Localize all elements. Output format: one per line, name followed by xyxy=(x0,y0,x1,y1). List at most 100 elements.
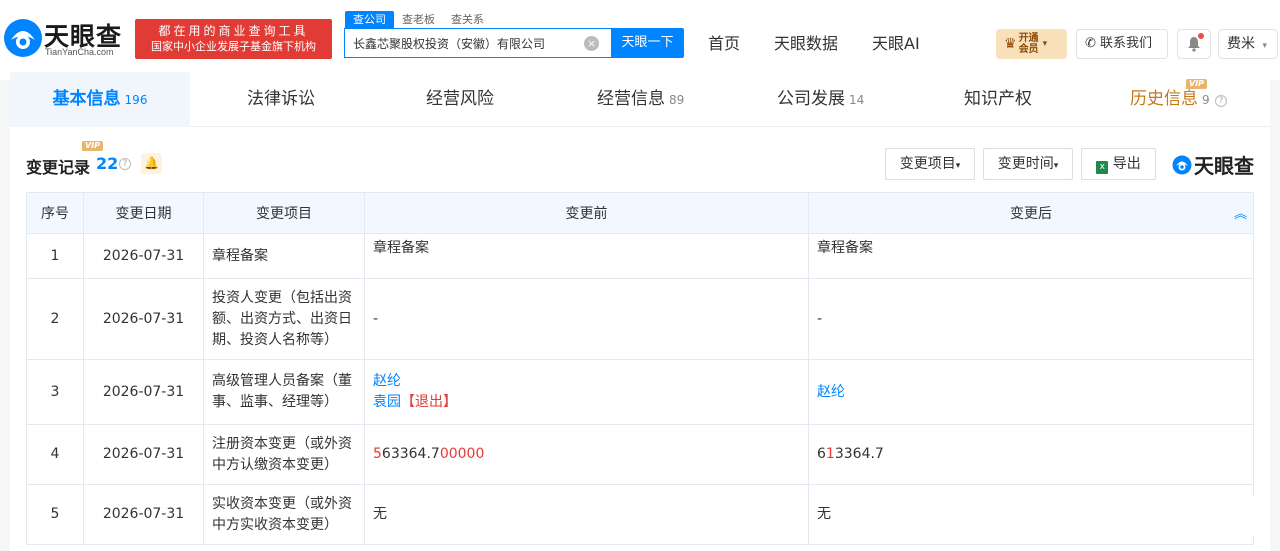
filter-item-dropdown[interactable]: 变更项目▾ xyxy=(885,148,975,180)
brand-label: 天眼查 xyxy=(1194,154,1254,178)
logo[interactable]: 天眼查 TianYanCha.com xyxy=(3,14,128,64)
row-date: 2026-07-31 xyxy=(83,359,204,425)
change-record-panel: 变更记录 VIP 22 ? 🔔 变更项目▾ 变更时间▾ x 导出 天眼查 序号 … xyxy=(10,127,1270,551)
nav-data[interactable]: 天眼数据 xyxy=(774,30,838,58)
tab-ip[interactable]: 知识产权 xyxy=(964,72,1032,127)
contact-button[interactable]: ✆ 联系我们 xyxy=(1076,29,1168,59)
search-tab-boss[interactable]: 查老板 xyxy=(394,11,443,29)
tab-label: 经营风险 xyxy=(426,89,494,109)
row-item: 投资人变更（包括出资额、出资方式、出资日期、投资人名称等） xyxy=(203,278,365,360)
search-button[interactable]: 天眼一下 xyxy=(611,28,684,58)
tab-risk[interactable]: 经营风险 xyxy=(426,72,494,127)
diff-highlight: 1 xyxy=(825,446,835,462)
tab-count: 89 xyxy=(669,93,685,107)
tab-count: 196 xyxy=(124,93,148,107)
slogan-line-2: 国家中小企业发展子基金旗下机构 xyxy=(151,40,316,53)
table-header-row: 序号 变更日期 变更项目 变更前 变更后 ︽ xyxy=(26,192,1254,234)
tab-development[interactable]: 公司发展 14 xyxy=(777,72,864,127)
table-row: 1 2026-07-31 章程备案 章程备案 章程备案 xyxy=(26,233,1254,279)
header-item: 变更项目 xyxy=(203,192,365,234)
row-num: 1 xyxy=(26,233,84,279)
row-before: 563364.700000 xyxy=(364,424,809,485)
nav-ai[interactable]: 天眼AI xyxy=(872,30,920,58)
tab-label: 法律诉讼 xyxy=(247,89,315,109)
vip-label: 开通 会员 xyxy=(1019,33,1039,55)
vip-membership-button[interactable]: ♛ 开通 会员 ▾ xyxy=(996,29,1067,59)
person-link[interactable]: 赵纶 xyxy=(373,373,401,389)
logo-subtext: TianYanCha.com xyxy=(45,47,114,57)
contact-label: 联系我们 xyxy=(1100,36,1153,51)
table-row: 2 2026-07-31 投资人变更（包括出资额、出资方式、出资日期、投资人名称… xyxy=(26,278,1254,360)
table-row: 3 2026-07-31 高级管理人员备案（董事、监事、经理等） 赵纶 袁园【退… xyxy=(26,359,1254,425)
row-after: - xyxy=(808,278,1254,360)
header-num: 序号 xyxy=(26,192,84,234)
change-record-table: 序号 变更日期 变更项目 变更前 变更后 ︽ 1 2026-07-31 章程备案… xyxy=(26,192,1254,545)
search-input[interactable] xyxy=(345,29,581,57)
tab-operation[interactable]: 经营信息 89 xyxy=(597,72,684,127)
row-num: 5 xyxy=(26,484,84,545)
company-tabs: 基本信息 196 法律诉讼 经营风险 经营信息 89 公司发展 14 知识产权 历史信… xyxy=(10,72,1270,127)
clear-icon[interactable]: × xyxy=(584,36,599,51)
help-icon[interactable]: ? xyxy=(119,158,131,170)
row-before: - xyxy=(364,278,809,360)
header-after-label: 变更后 xyxy=(1010,206,1052,222)
tab-label: 历史信息 xyxy=(1130,89,1198,109)
export-button[interactable]: x 导出 xyxy=(1081,148,1156,180)
row-item: 高级管理人员备案（董事、监事、经理等） xyxy=(203,359,365,425)
row-date: 2026-07-31 xyxy=(83,424,204,485)
person-link[interactable]: 赵纶 xyxy=(817,384,845,400)
crown-icon: ♛ xyxy=(1004,36,1017,52)
bell-icon[interactable]: 🔔 xyxy=(141,153,162,174)
row-item: 章程备案 xyxy=(203,233,365,279)
watermark-overlay xyxy=(995,496,1267,536)
row-num: 4 xyxy=(26,424,84,485)
row-before: 无 xyxy=(364,484,809,545)
export-label: 导出 xyxy=(1112,156,1141,172)
notification-dot xyxy=(1198,33,1204,39)
vip-badge: VIP xyxy=(82,141,104,151)
filter-time-label: 变更时间 xyxy=(997,156,1054,172)
value-text: 6 xyxy=(817,446,826,462)
row-num: 3 xyxy=(26,359,84,425)
vip-label-line-1: 开通 xyxy=(1018,33,1039,44)
tab-label: 经营信息 xyxy=(597,89,665,109)
row-date: 2026-07-31 xyxy=(83,233,204,279)
collapse-icon[interactable]: ︽ xyxy=(1234,203,1247,222)
diff-highlight: 00000 xyxy=(439,446,485,462)
tab-basic-info[interactable]: 基本信息 196 xyxy=(10,72,190,127)
tab-history[interactable]: 历史信息 9 ? xyxy=(1130,72,1228,127)
brand-watermark: 天眼查 xyxy=(1172,150,1254,179)
tab-label: 知识产权 xyxy=(964,89,1032,109)
row-item: 实收资本变更（或外资中方实收资本变更） xyxy=(203,484,365,545)
search-tab-relation[interactable]: 查关系 xyxy=(443,11,492,29)
row-date: 2026-07-31 xyxy=(83,278,204,360)
person-link[interactable]: 袁园 xyxy=(373,394,401,410)
row-num: 2 xyxy=(26,278,84,360)
chevron-down-icon: ▾ xyxy=(1053,161,1059,171)
tab-count: 9 xyxy=(1202,93,1210,107)
user-menu[interactable]: 费米 ▾ xyxy=(1218,29,1278,59)
filter-time-dropdown[interactable]: 变更时间▾ xyxy=(983,148,1073,180)
slogan-line-1: 都在用的商业查询工具 xyxy=(158,24,309,38)
chevron-down-icon: ▾ xyxy=(1262,41,1267,51)
top-header: 天眼查 TianYanCha.com 都在用的商业查询工具 国家中小企业发展子基… xyxy=(0,0,1280,80)
search-type-tabs: 查公司 查老板 查关系 xyxy=(345,11,492,29)
chevron-down-icon: ▾ xyxy=(1042,39,1048,49)
header-date: 变更日期 xyxy=(83,192,204,234)
tab-legal[interactable]: 法律诉讼 xyxy=(247,72,315,127)
search-tab-company[interactable]: 查公司 xyxy=(345,11,394,29)
user-name: 费米 xyxy=(1227,36,1255,52)
nav-home[interactable]: 首页 xyxy=(708,30,740,58)
notification-button[interactable] xyxy=(1177,29,1211,59)
main-nav: 首页 天眼数据 天眼AI xyxy=(708,30,954,58)
row-before: 赵纶 袁园【退出】 xyxy=(364,359,809,425)
row-after: 章程备案 xyxy=(808,233,1254,279)
header-after: 变更后 ︽ xyxy=(808,192,1254,234)
value-text: 63364.7 xyxy=(381,446,440,462)
filter-item-label: 变更项目 xyxy=(899,156,956,172)
help-icon[interactable]: ? xyxy=(1215,95,1228,107)
tab-label: 公司发展 xyxy=(777,89,845,109)
excel-icon: x xyxy=(1096,161,1109,174)
value-text: 3364.7 xyxy=(834,446,884,462)
row-date: 2026-07-31 xyxy=(83,484,204,545)
